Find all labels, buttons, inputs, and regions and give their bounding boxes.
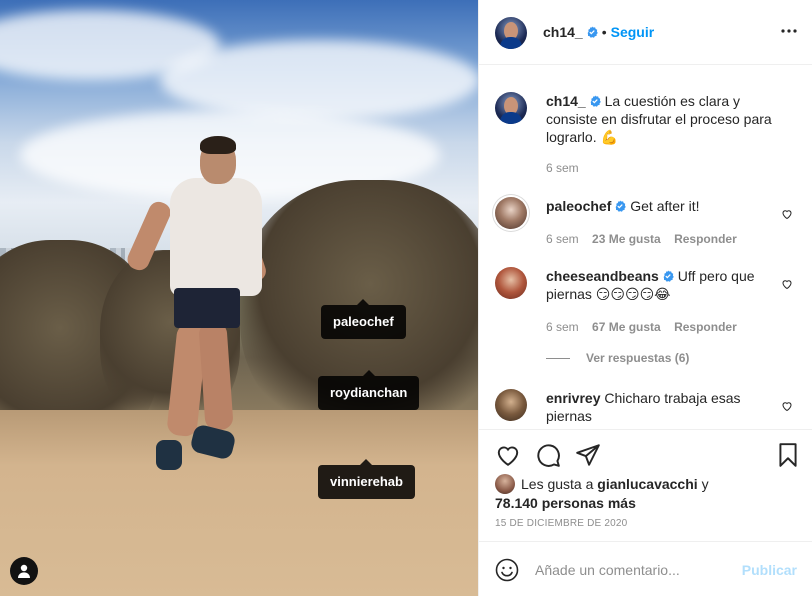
- person-shorts: [174, 288, 240, 328]
- post-date[interactable]: 15 DE DICIEMBRE DE 2020: [495, 518, 627, 529]
- likes-suffix: y: [701, 476, 709, 492]
- heart-icon[interactable]: [781, 400, 793, 412]
- user-tag-icon: [18, 564, 30, 578]
- comment-likes[interactable]: 23 Me gusta: [592, 232, 661, 246]
- view-replies-button[interactable]: Ver respuestas (6): [546, 351, 689, 365]
- comment-time[interactable]: 6 sem: [546, 232, 579, 246]
- view-replies-label: Ver respuestas (6): [586, 351, 690, 365]
- follow-button[interactable]: Seguir: [611, 24, 655, 40]
- post-side-panel: ch14_ • Seguir ch14_ La cuestión es clara …: [478, 0, 812, 596]
- commenter-avatar[interactable]: [495, 197, 527, 229]
- person-shirt: [170, 178, 262, 296]
- share-icon[interactable]: [575, 442, 601, 468]
- verified-badge-icon: [616, 200, 627, 212]
- commenter-username[interactable]: enrivrey: [546, 390, 600, 406]
- comment-input[interactable]: [535, 558, 735, 582]
- person-shoe: [156, 440, 182, 470]
- photo-ground: [0, 410, 478, 596]
- commenter-avatar[interactable]: [495, 389, 527, 421]
- author-username[interactable]: ch14_: [543, 24, 583, 40]
- comment-meta: 6 sem 23 Me gusta Responder: [546, 232, 747, 246]
- bookmark-icon[interactable]: [775, 442, 801, 468]
- liker-username[interactable]: gianlucavacchi: [597, 476, 697, 492]
- emoji-icon[interactable]: [495, 558, 519, 582]
- replies-divider: [546, 358, 570, 360]
- caption-author[interactable]: ch14_: [546, 93, 586, 109]
- likes-count[interactable]: 78.140 personas más: [495, 495, 636, 511]
- reply-button[interactable]: Responder: [674, 320, 737, 334]
- header-author-line: ch14_ • Seguir: [543, 24, 654, 42]
- verified-badge-icon: [663, 270, 674, 282]
- reply-button[interactable]: Responder: [674, 232, 737, 246]
- heart-icon[interactable]: [495, 442, 521, 468]
- comment-icon[interactable]: [535, 442, 561, 468]
- tagged-users-button[interactable]: [10, 557, 38, 585]
- commenter-username[interactable]: paleochef: [546, 198, 611, 214]
- commenter-username[interactable]: cheeseandbeans: [546, 268, 659, 284]
- heart-icon[interactable]: [781, 208, 793, 220]
- comment-likes[interactable]: 67 Me gusta: [592, 320, 661, 334]
- post-photo[interactable]: paleochef roydianchan vinnierehab: [0, 0, 478, 596]
- comment-time[interactable]: 6 sem: [546, 320, 579, 334]
- photo-tag-roydianchan[interactable]: roydianchan: [318, 370, 420, 410]
- add-comment-bar: Publicar: [479, 541, 812, 596]
- post-actions: Les gusta a gianlucavacchi y 78.140 pers…: [479, 429, 812, 541]
- likes-summary: Les gusta a gianlucavacchi y 78.140 pers…: [495, 474, 795, 512]
- photo-cloud: [160, 40, 478, 120]
- likes-prefix: Les gusta a: [521, 476, 594, 492]
- photo-tag-vinnierehab[interactable]: vinnierehab: [318, 459, 415, 499]
- separator-dot: •: [601, 24, 607, 40]
- comments-list[interactable]: ch14_ La cuestión es clara y consiste en…: [479, 65, 812, 429]
- caption-time[interactable]: 6 sem: [546, 161, 579, 175]
- comment-text: Get after it!: [630, 198, 700, 214]
- more-horizontal-icon[interactable]: [781, 28, 797, 34]
- verified-badge-icon: [590, 95, 601, 107]
- author-avatar[interactable]: [495, 17, 527, 49]
- author-avatar[interactable]: [495, 92, 527, 124]
- caption-meta: 6 sem: [546, 161, 589, 175]
- commenter-avatar[interactable]: [495, 267, 527, 299]
- heart-icon[interactable]: [781, 278, 793, 290]
- comment-meta: 6 sem 67 Me gusta Responder: [546, 320, 747, 334]
- publish-button[interactable]: Publicar: [742, 562, 797, 578]
- verified-badge-icon: [587, 26, 598, 38]
- liker-avatar[interactable]: [495, 474, 515, 494]
- post-header: ch14_ • Seguir: [479, 0, 812, 65]
- photo-tag-paleochef[interactable]: paleochef: [321, 299, 406, 339]
- person-hair: [200, 136, 236, 154]
